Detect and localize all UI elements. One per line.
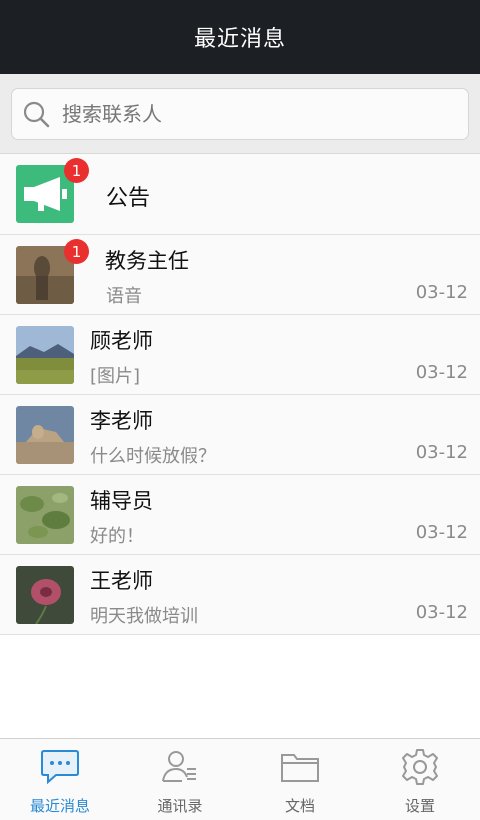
tab-label: 文档 (284, 797, 315, 815)
tab-contacts[interactable]: 通讯录 (120, 739, 240, 820)
app-header: 最近消息 (0, 0, 480, 74)
bottom-tab-bar: 最近消息 通讯录 文档 设置 (0, 738, 480, 820)
message-preview: 语音 (106, 286, 142, 307)
contact-name: 顾老师 (90, 329, 153, 353)
list-item[interactable]: 王老师 明天我做培训 03-12 (0, 555, 480, 635)
tab-label: 通讯录 (157, 797, 203, 815)
message-list: 1 公告 1 教务主任 语音 03-12 顾老师 [图片] 03-12 李老师 … (0, 154, 480, 635)
tab-documents[interactable]: 文档 (240, 739, 360, 820)
contact-name: 教务主任 (105, 249, 189, 273)
message-date: 03-12 (415, 602, 468, 623)
avatar (16, 406, 74, 464)
message-date: 03-12 (415, 362, 468, 383)
page-title: 最近消息 (193, 27, 286, 52)
message-date: 03-12 (415, 282, 468, 303)
message-preview: [图片] (90, 366, 141, 387)
tab-recent-messages[interactable]: 最近消息 (0, 739, 120, 820)
search-box[interactable] (11, 88, 469, 140)
message-date: 03-12 (415, 522, 468, 543)
unread-badge: 1 (64, 158, 89, 183)
list-item[interactable]: 1 教务主任 语音 03-12 (0, 235, 480, 315)
message-preview: 什么时候放假？ (90, 446, 216, 467)
contacts-icon (162, 751, 196, 782)
announcement-item[interactable]: 1 公告 (0, 154, 480, 235)
message-preview: 明天我做培训 (90, 606, 198, 627)
announcement-label: 公告 (106, 186, 151, 211)
tab-label: 设置 (404, 797, 435, 815)
contact-name: 李老师 (90, 409, 153, 433)
search-input[interactable] (60, 101, 444, 127)
gear-icon (402, 749, 438, 785)
list-item[interactable]: 李老师 什么时候放假？ 03-12 (0, 395, 480, 475)
list-item[interactable]: 辅导员 好的！ 03-12 (0, 475, 480, 555)
tab-label: 最近消息 (29, 797, 90, 815)
message-preview: 好的！ (90, 526, 144, 547)
list-item[interactable]: 顾老师 [图片] 03-12 (0, 315, 480, 395)
message-date: 03-12 (415, 442, 468, 463)
contact-name: 辅导员 (90, 489, 153, 513)
avatar (16, 326, 74, 384)
search-bar-area (0, 74, 480, 154)
tab-settings[interactable]: 设置 (360, 739, 480, 820)
avatar (16, 566, 74, 624)
search-icon (23, 101, 50, 128)
avatar (16, 486, 74, 544)
folder-icon (281, 754, 319, 782)
unread-badge: 1 (64, 239, 89, 264)
chat-bubble-icon (41, 750, 79, 785)
contact-name: 王老师 (90, 569, 153, 593)
